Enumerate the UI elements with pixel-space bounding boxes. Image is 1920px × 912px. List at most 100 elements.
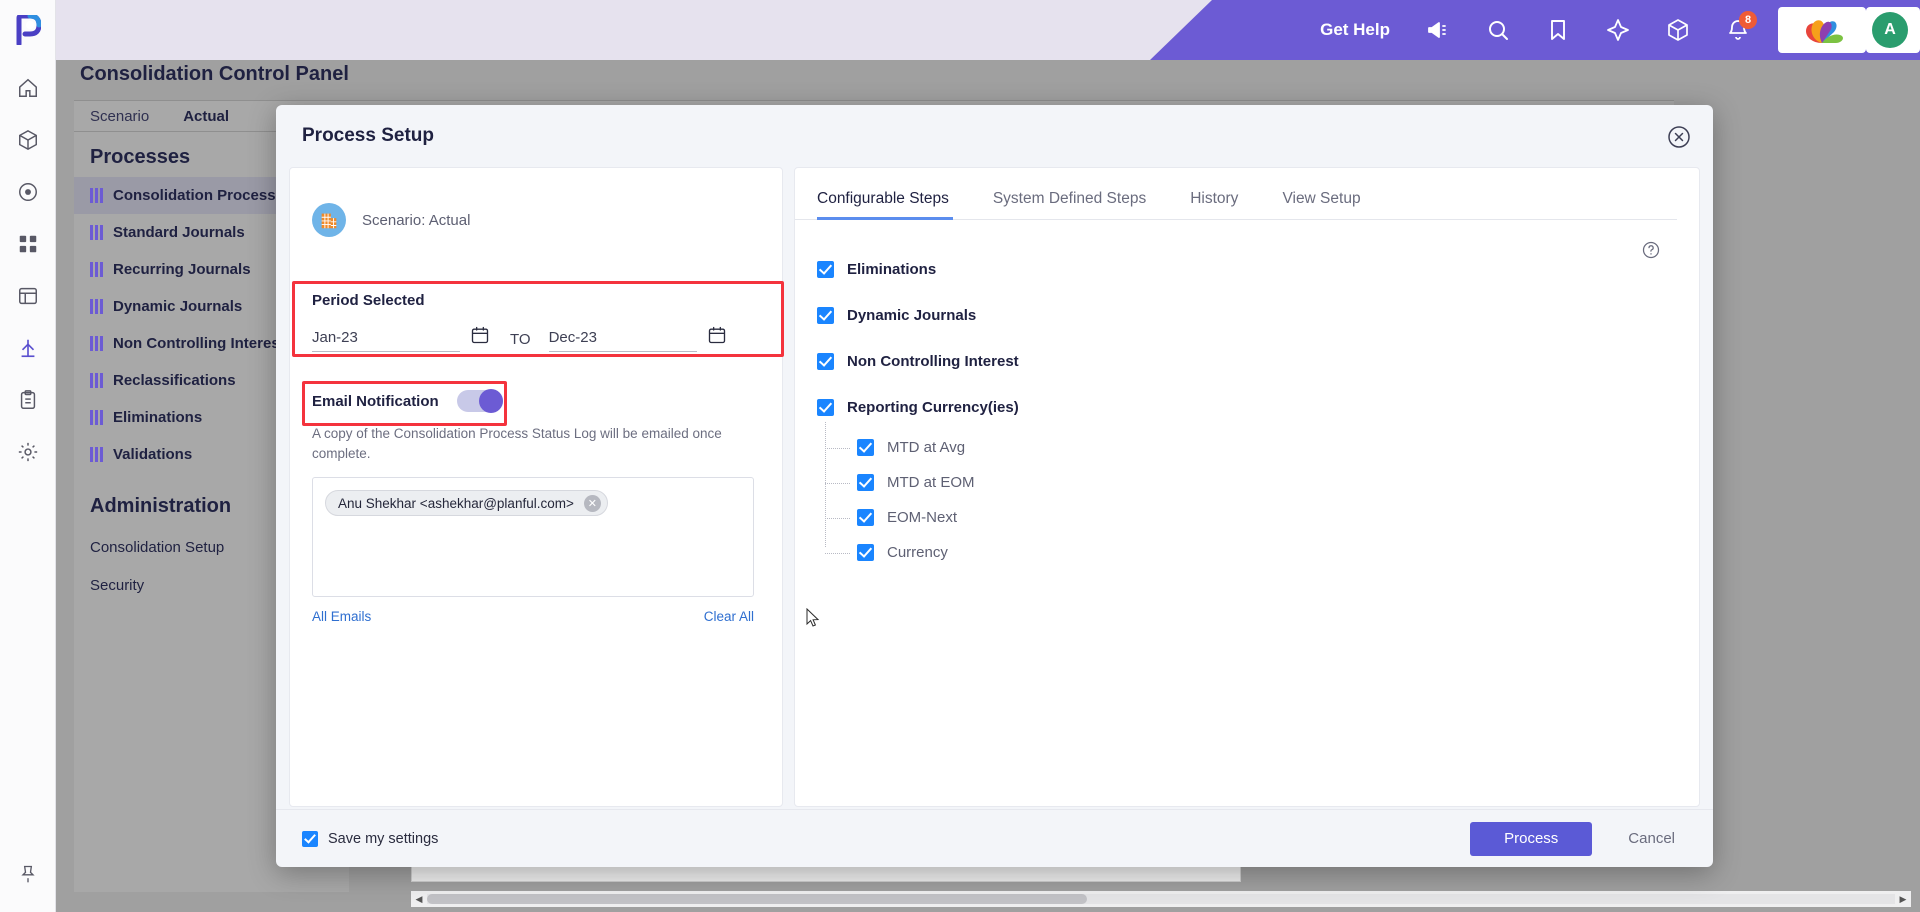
scrollbar-track[interactable] bbox=[427, 894, 1895, 904]
scroll-right-icon[interactable]: ▶ bbox=[1895, 891, 1911, 907]
sidebar-item-target[interactable] bbox=[6, 170, 50, 214]
left-icon-rail bbox=[0, 0, 56, 912]
bars-icon bbox=[90, 447, 103, 462]
checkbox[interactable] bbox=[857, 474, 874, 491]
process-item-label: Recurring Journals bbox=[113, 261, 251, 278]
app-root: Get Help 8 A Consolidation Control Panel… bbox=[0, 0, 1920, 912]
package-icon[interactable] bbox=[1648, 0, 1708, 60]
planful-logo-icon[interactable] bbox=[6, 8, 50, 52]
close-icon[interactable] bbox=[1667, 125, 1691, 149]
announcement-icon[interactable] bbox=[1408, 0, 1468, 60]
substep-mtd-at-avg[interactable]: MTD at Avg bbox=[825, 430, 1699, 465]
scroll-left-icon[interactable]: ◀ bbox=[411, 891, 427, 907]
bars-icon bbox=[90, 225, 103, 240]
sidebar-item-chart[interactable] bbox=[6, 274, 50, 318]
checkbox[interactable] bbox=[857, 509, 874, 526]
horizontal-scrollbar[interactable]: ◀ ▶ bbox=[411, 891, 1911, 907]
scenario-label: Scenario bbox=[90, 107, 150, 125]
toggle-knob bbox=[478, 389, 503, 413]
period-to-label: TO bbox=[510, 331, 531, 348]
modal-overlay: Process Setup Scenario: Actual Period Se… bbox=[0, 0, 1920, 912]
bookmark-icon[interactable] bbox=[1528, 0, 1588, 60]
step-non-controlling-interest[interactable]: Non Controlling Interest bbox=[817, 338, 1699, 384]
setup-left-card: Scenario: Actual Period Selected Jan-23 bbox=[289, 167, 784, 807]
support-icon[interactable] bbox=[1588, 0, 1648, 60]
substep-currency[interactable]: Currency bbox=[825, 535, 1699, 570]
bars-icon bbox=[90, 188, 103, 203]
email-chip[interactable]: Anu Shekhar <ashekhar@planful.com> ✕ bbox=[325, 490, 608, 517]
pin-icon[interactable] bbox=[6, 852, 50, 896]
bell-icon[interactable]: 8 bbox=[1708, 0, 1768, 60]
sidebar-item-home[interactable] bbox=[6, 66, 50, 110]
help-circle-icon[interactable] bbox=[1641, 240, 1661, 260]
clear-all-link[interactable]: Clear All bbox=[704, 609, 754, 624]
process-setup-dialog: Process Setup Scenario: Actual Period Se… bbox=[276, 105, 1713, 867]
substep-eom-next[interactable]: EOM-Next bbox=[825, 500, 1699, 535]
step-eliminations[interactable]: Eliminations bbox=[817, 246, 1699, 292]
dialog-scenario-text: Scenario: Actual bbox=[362, 211, 471, 229]
scenario-value[interactable]: Actual bbox=[183, 108, 229, 125]
sidebar-item-grid[interactable] bbox=[6, 222, 50, 266]
email-notification-toggle[interactable] bbox=[456, 389, 503, 413]
dialog-title: Process Setup bbox=[302, 125, 434, 146]
email-title-row: Email Notification bbox=[312, 389, 762, 413]
bars-icon bbox=[90, 299, 103, 314]
search-icon[interactable] bbox=[1468, 0, 1528, 60]
step-label: Dynamic Journals bbox=[847, 306, 977, 324]
dialog-scenario-row: Scenario: Actual bbox=[290, 168, 782, 246]
checkbox[interactable] bbox=[857, 439, 874, 456]
step-dynamic-journals[interactable]: Dynamic Journals bbox=[817, 292, 1699, 338]
building-icon bbox=[312, 203, 346, 237]
dialog-header: Process Setup bbox=[276, 105, 1713, 167]
email-notification-title: Email Notification bbox=[312, 392, 439, 410]
sidebar-item-clipboard[interactable] bbox=[6, 378, 50, 422]
dialog-footer: Save my settings Process Cancel bbox=[276, 809, 1713, 867]
calendar-icon[interactable] bbox=[470, 325, 492, 350]
page-title: Consolidation Control Panel bbox=[80, 63, 349, 85]
checkbox[interactable] bbox=[302, 830, 318, 847]
save-settings-label: Save my settings bbox=[328, 830, 439, 847]
substep-label: MTD at Avg bbox=[887, 439, 966, 456]
step-label: Reporting Currency(ies) bbox=[847, 398, 1019, 416]
step-reporting-currencies[interactable]: Reporting Currency(ies) bbox=[817, 384, 1699, 430]
tab-view-setup[interactable]: View Setup bbox=[1260, 190, 1382, 219]
scrollbar-thumb[interactable] bbox=[427, 894, 1087, 904]
close-icon[interactable]: ✕ bbox=[583, 494, 601, 512]
process-button[interactable]: Process bbox=[1470, 821, 1593, 856]
substep-label: MTD at EOM bbox=[887, 474, 975, 491]
all-emails-link[interactable]: All Emails bbox=[312, 609, 371, 624]
checkbox[interactable] bbox=[817, 398, 834, 416]
email-recipients-box[interactable]: Anu Shekhar <ashekhar@planful.com> ✕ bbox=[312, 477, 754, 598]
cancel-button[interactable]: Cancel bbox=[1616, 830, 1687, 847]
checkbox[interactable] bbox=[857, 544, 874, 561]
sidebar-item-settings[interactable] bbox=[6, 430, 50, 474]
checkbox[interactable] bbox=[817, 260, 834, 278]
sidebar-item-consolidation[interactable] bbox=[6, 326, 50, 370]
dialog-body: Scenario: Actual Period Selected Jan-23 bbox=[289, 167, 1700, 807]
tab-configurable-steps[interactable]: Configurable Steps bbox=[817, 190, 971, 220]
checkbox[interactable] bbox=[817, 306, 834, 324]
avatar[interactable]: A bbox=[1872, 12, 1908, 48]
process-item-label: Validations bbox=[113, 446, 193, 463]
bars-icon bbox=[90, 336, 103, 351]
bars-icon bbox=[90, 410, 103, 425]
substep-mtd-at-eom[interactable]: MTD at EOM bbox=[825, 465, 1699, 500]
process-item-label: Standard Journals bbox=[113, 224, 245, 241]
save-settings-row[interactable]: Save my settings bbox=[302, 830, 439, 847]
period-from-input[interactable]: Jan-23 bbox=[312, 329, 460, 352]
dialog-tabs: Configurable Steps System Defined Steps … bbox=[795, 168, 1677, 220]
get-help-button[interactable]: Get Help bbox=[1302, 20, 1408, 40]
substep-label: Currency bbox=[887, 544, 948, 561]
process-item-label: Eliminations bbox=[113, 409, 203, 426]
sidebar-item-cube[interactable] bbox=[6, 118, 50, 162]
brand-logo bbox=[1778, 7, 1866, 53]
tab-history[interactable]: History bbox=[1168, 190, 1260, 219]
tab-system-defined-steps[interactable]: System Defined Steps bbox=[971, 190, 1168, 219]
calendar-icon[interactable] bbox=[707, 325, 729, 350]
checkbox[interactable] bbox=[817, 352, 834, 370]
user-menu[interactable]: A bbox=[1866, 7, 1920, 53]
header-actions: Get Help 8 A bbox=[1302, 0, 1920, 60]
period-to-input[interactable]: Dec-23 bbox=[548, 329, 697, 352]
process-item-label: Consolidation Process bbox=[113, 187, 276, 204]
email-notification-description: A copy of the Consolidation Process Stat… bbox=[312, 426, 722, 461]
